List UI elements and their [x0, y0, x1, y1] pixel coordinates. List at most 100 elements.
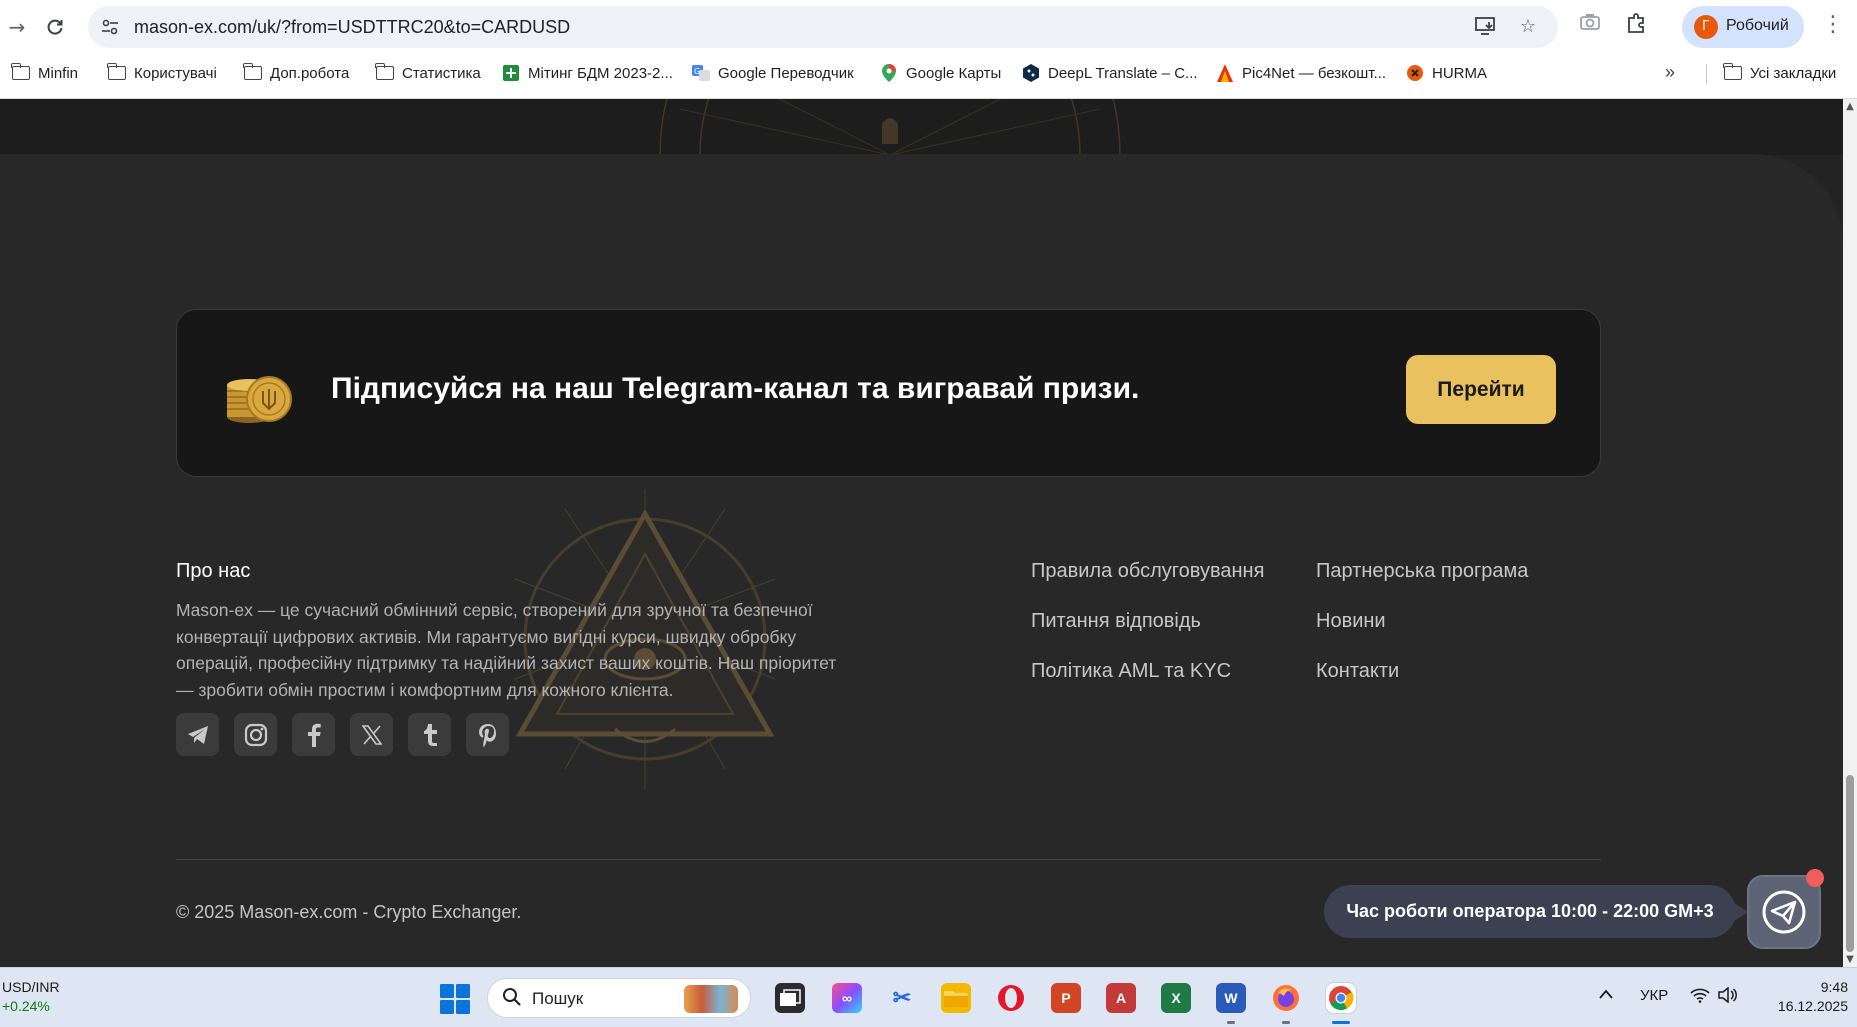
bookmarks-bar: Minfin Користувачі Доп.робота Статистика…: [0, 58, 1857, 88]
input-language[interactable]: УКР: [1640, 987, 1668, 1004]
maps-pin-icon: [880, 64, 898, 82]
send-plane-icon: [1762, 890, 1806, 934]
clock-time: 9:48: [1820, 979, 1848, 995]
link-faq[interactable]: Питання відповідь: [1031, 610, 1201, 633]
address-bar[interactable]: mason-ex.com/uk/?from=USDTTRC20&to=CARDU…: [88, 6, 1558, 48]
go-to-telegram-button[interactable]: Перейти: [1406, 355, 1556, 424]
bookmarks-overflow-icon[interactable]: »: [1665, 62, 1675, 83]
link-partner-program[interactable]: Партнерська програма: [1316, 560, 1528, 583]
chrome-icon[interactable]: [1326, 983, 1356, 1013]
chat-button[interactable]: [1747, 875, 1821, 949]
pinterest-icon[interactable]: [466, 713, 509, 756]
operator-hours-bubble: Час роботи оператора 10:00 - 22:00 GM+3: [1324, 885, 1748, 938]
taskbar-search[interactable]: Пошук: [487, 978, 751, 1018]
sun-rays-emblem-icon: [659, 99, 1121, 155]
browser-chrome: → mason-ex.com/uk/?from=USDTTRC20&to=CAR…: [0, 0, 1857, 99]
bookmarks-separator: [1706, 64, 1707, 84]
search-placeholder: Пошук: [532, 989, 584, 1008]
task-view-icon[interactable]: [775, 983, 805, 1013]
link-aml-kyc-policy[interactable]: Політика AML та KYC: [1031, 660, 1231, 683]
folder-icon: [11, 63, 30, 81]
about-text: Mason-ex — це сучасний обмінний сервіс, …: [176, 600, 837, 700]
profile-button[interactable]: Г Робочий: [1682, 6, 1804, 48]
folder-icon: [375, 63, 394, 81]
ticker-pair: USD/INR: [2, 979, 60, 995]
reload-icon[interactable]: [38, 10, 72, 44]
snipping-tool-icon[interactable]: ✂: [887, 983, 917, 1013]
acrobat-icon[interactable]: A: [1106, 983, 1136, 1013]
tumblr-icon[interactable]: [408, 713, 451, 756]
kebab-menu-icon[interactable]: ⋮: [1822, 12, 1844, 37]
firefox-running-indicator: [1282, 1021, 1290, 1024]
footer-section: Підписуйся на наш Telegram-канал та вигр…: [0, 154, 1843, 967]
excel-icon[interactable]: X: [1161, 983, 1191, 1013]
scrollbar-thumb[interactable]: [1846, 775, 1854, 952]
firefox-icon[interactable]: [1271, 983, 1301, 1013]
link-news[interactable]: Новини: [1316, 610, 1386, 633]
volume-icon[interactable]: [1718, 986, 1738, 1007]
instagram-icon[interactable]: [234, 713, 277, 756]
bookmark-users[interactable]: Користувачі: [107, 62, 217, 84]
bookmark-extra-work[interactable]: Доп.робота: [243, 62, 349, 84]
bookmark-statistics[interactable]: Статистика: [375, 62, 481, 84]
page-scrollbar[interactable]: ▲ ▼: [1843, 99, 1857, 967]
file-explorer-icon[interactable]: [941, 983, 971, 1013]
footer-divider: [176, 859, 1601, 860]
bookmark-minfin[interactable]: Minfin: [11, 62, 78, 84]
gold-coins-icon: [227, 376, 292, 423]
about-title: Про нас: [176, 560, 251, 582]
word-running-indicator: [1227, 1021, 1235, 1024]
profile-name: Робочий: [1726, 17, 1789, 34]
bookmark-google-maps[interactable]: Google Карты: [880, 62, 1001, 84]
ticker-change: +0.24%: [2, 998, 50, 1014]
bookmark-star-icon[interactable]: ☆: [1516, 16, 1540, 40]
install-app-icon[interactable]: [1474, 16, 1498, 40]
folder-icon: [107, 63, 126, 81]
extensions-puzzle-icon[interactable]: [1622, 12, 1650, 40]
chrome-active-indicator: [1332, 1021, 1350, 1024]
powerpoint-icon[interactable]: P: [1051, 983, 1081, 1013]
banner-text: Підписуйся на наш Telegram-канал та вигр…: [331, 372, 1140, 405]
creative-cloud-icon[interactable]: ∞: [832, 983, 862, 1013]
word-icon[interactable]: W: [1216, 983, 1246, 1013]
all-bookmarks[interactable]: Усі закладки: [1723, 62, 1836, 84]
social-links: [176, 713, 509, 756]
facebook-icon[interactable]: [292, 713, 335, 756]
system-clock[interactable]: 9:48 16.12.2025: [1752, 978, 1848, 1016]
telegram-icon[interactable]: [176, 713, 219, 756]
windows-start-icon[interactable]: [440, 984, 470, 1014]
deepl-icon: [1022, 64, 1040, 82]
opera-browser-icon[interactable]: [996, 983, 1026, 1013]
translate-icon: G: [692, 65, 710, 81]
forward-arrow-icon[interactable]: →: [0, 10, 34, 44]
wifi-icon[interactable]: [1690, 987, 1710, 1007]
search-highlight-image: [684, 985, 738, 1013]
hurma-icon: [1406, 65, 1424, 81]
scroll-up-arrow-icon[interactable]: ▲: [1845, 101, 1855, 112]
copyright-text: © 2025 Mason-ex.com - Crypto Exchanger.: [176, 902, 522, 922]
avatar: Г: [1694, 15, 1718, 39]
camera-icon[interactable]: [1576, 12, 1604, 40]
x-icon[interactable]: [350, 713, 393, 756]
scroll-down-arrow-icon[interactable]: ▼: [1845, 954, 1855, 965]
web-page: Підписуйся на наш Telegram-канал та вигр…: [0, 99, 1843, 967]
bookmark-deepl[interactable]: DeepL Translate – С...: [1022, 62, 1198, 84]
tray-overflow-chevron-icon[interactable]: [1598, 987, 1614, 1004]
svg-text:G: G: [694, 67, 700, 76]
bookmark-google-translate[interactable]: G Google Переводчик: [692, 62, 854, 84]
link-terms-of-service[interactable]: Правила обслуговування: [1031, 560, 1264, 583]
telegram-promo-banner: Підписуйся на наш Telegram-канал та вигр…: [176, 309, 1601, 477]
pic4net-icon: [1216, 64, 1234, 82]
bookmark-pic4net[interactable]: Pic4Net — безкошт...: [1216, 62, 1386, 84]
stock-ticker-widget[interactable]: USD/INR +0.24%: [2, 978, 60, 1016]
site-info-icon[interactable]: [98, 15, 122, 39]
windows-taskbar: USD/INR +0.24% Пошук ∞ ✂ P A X W УКР 9:4…: [0, 967, 1857, 1027]
clock-date: 16.12.2025: [1777, 998, 1848, 1014]
folder-icon: [243, 63, 262, 81]
search-icon: [502, 987, 522, 1013]
url-text[interactable]: mason-ex.com/uk/?from=USDTTRC20&to=CARDU…: [134, 17, 570, 38]
link-contacts[interactable]: Контакти: [1316, 660, 1399, 683]
chat-notification-badge: [1806, 869, 1824, 887]
bookmark-meeting[interactable]: Мітинг БДМ 2023-2...: [502, 62, 673, 84]
bookmark-hurma[interactable]: HURMA: [1406, 62, 1487, 84]
